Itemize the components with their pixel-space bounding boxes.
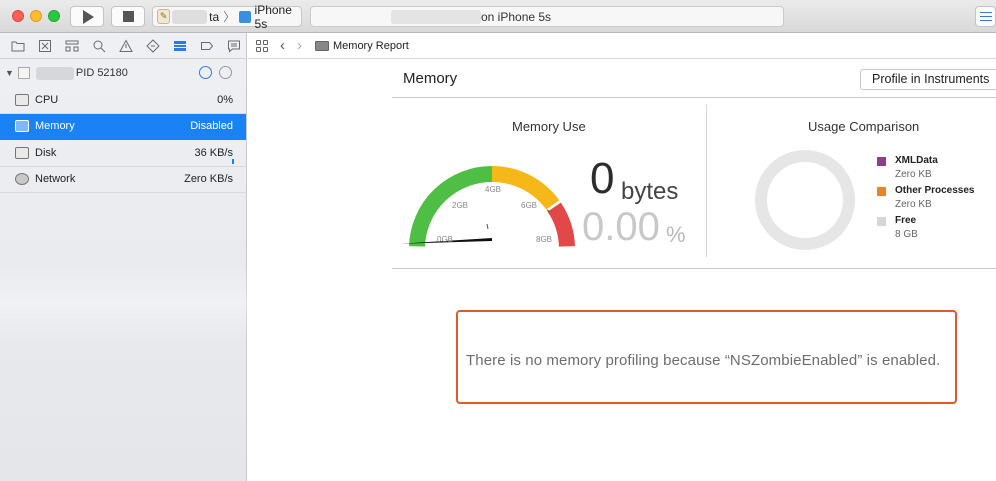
navigator-tabs bbox=[0, 33, 246, 59]
disk-icon bbox=[15, 146, 29, 159]
scheme-target: ta bbox=[209, 9, 220, 24]
report-header: Memory Profile in Instruments bbox=[392, 60, 996, 98]
gauge-green-arc bbox=[409, 166, 493, 247]
disclosure-triangle-icon[interactable]: ▼ bbox=[5, 68, 14, 78]
gauges-panel: Memory Use 0GB 2GB 4GB 6GB 8GB 0 bytes 0… bbox=[392, 99, 996, 269]
legend-swatch bbox=[877, 187, 886, 196]
run-button[interactable] bbox=[70, 6, 104, 27]
hierarchy-icon[interactable] bbox=[60, 36, 84, 56]
gauge-label-6gb: 6GB bbox=[521, 201, 537, 210]
warning-icon[interactable] bbox=[114, 36, 138, 56]
jump-bar-title[interactable]: Memory Report bbox=[333, 40, 409, 52]
stop-icon bbox=[122, 11, 134, 22]
gauge-tick bbox=[486, 223, 489, 230]
memory-report: Memory Profile in Instruments Memory Use… bbox=[248, 60, 996, 481]
breakpoint-icon[interactable] bbox=[195, 36, 219, 56]
memory-percent-sign: % bbox=[666, 222, 686, 247]
device-icon bbox=[239, 10, 251, 23]
xcode-window: ✎ ta 〉 iPhone 5s on iPhone 5s ▼ PID 5218… bbox=[0, 0, 996, 481]
process-icon bbox=[17, 67, 30, 79]
gauge-label-2gb: 2GB bbox=[452, 201, 468, 210]
pause-process-icon[interactable] bbox=[219, 66, 232, 79]
disk-activity-spark bbox=[232, 158, 234, 164]
network-icon bbox=[15, 173, 29, 186]
report-icon[interactable] bbox=[222, 36, 246, 56]
jump-bar: ‹ › Memory Report bbox=[248, 33, 996, 59]
related-items-icon[interactable] bbox=[256, 39, 268, 52]
panel-divider bbox=[706, 105, 707, 257]
play-icon bbox=[83, 9, 94, 24]
blurred-scheme-name bbox=[172, 9, 208, 24]
legend-name: Other Processes bbox=[895, 185, 975, 196]
stop-button[interactable] bbox=[111, 6, 145, 27]
legend-name: XMLData bbox=[895, 155, 938, 166]
process-row[interactable]: ▼ PID 52180 bbox=[0, 59, 246, 87]
editor-layout-icon bbox=[980, 12, 992, 13]
back-arrow-icon[interactable]: ‹ bbox=[280, 38, 285, 53]
usage-donut bbox=[755, 150, 855, 250]
zombie-notice-text: There is no memory profiling because “NS… bbox=[466, 352, 941, 369]
minimize-window-button[interactable] bbox=[30, 10, 42, 22]
profile-in-instruments-button[interactable]: Profile in Instruments bbox=[860, 69, 996, 90]
nav-item-label: Network bbox=[35, 173, 76, 186]
nav-item-value: 36 KB/s bbox=[194, 146, 233, 159]
report-title: Memory bbox=[403, 70, 458, 87]
nav-item-value: Zero KB/s bbox=[184, 173, 233, 186]
report-document-icon bbox=[315, 40, 329, 51]
donut-free-ring bbox=[755, 150, 855, 250]
app-icon: ✎ bbox=[157, 9, 171, 24]
titlebar: ✎ ta 〉 iPhone 5s on iPhone 5s bbox=[0, 0, 996, 33]
nav-item-value: 0% bbox=[217, 93, 233, 106]
chevron-right-icon: 〉 bbox=[223, 10, 236, 24]
test-icon[interactable] bbox=[141, 36, 165, 56]
memory-percent: 0.00 bbox=[582, 205, 660, 249]
memory-unit: bytes bbox=[621, 178, 679, 205]
activity-viewer: on iPhone 5s bbox=[310, 6, 784, 27]
nav-item-network[interactable]: Network Zero KB/s bbox=[0, 167, 246, 193]
nav-item-value: Disabled bbox=[190, 120, 233, 133]
editor-layout-button[interactable] bbox=[975, 6, 996, 27]
legend-value: Zero KB bbox=[895, 169, 932, 180]
legend-name: Free bbox=[895, 215, 917, 226]
blurred-activity-text bbox=[391, 9, 481, 24]
gauge-label-8gb: 8GB bbox=[536, 235, 552, 244]
process-pid: PID 52180 bbox=[75, 67, 128, 79]
legend-value: 8 GB bbox=[895, 229, 918, 240]
gauge-label-4gb: 4GB bbox=[485, 185, 501, 194]
scheme-device: iPhone 5s bbox=[254, 2, 292, 31]
gauge-label-0gb: 0GB bbox=[437, 235, 453, 244]
memory-gauge: 0GB 2GB 4GB 6GB 8GB bbox=[400, 165, 575, 248]
nav-item-label: CPU bbox=[35, 93, 59, 106]
source-control-icon[interactable] bbox=[33, 36, 57, 56]
zoom-window-button[interactable] bbox=[48, 10, 60, 22]
scheme-selector[interactable]: ✎ ta 〉 iPhone 5s bbox=[152, 3, 302, 31]
nav-item-disk[interactable]: Disk 36 KB/s bbox=[0, 140, 246, 167]
forward-arrow-icon[interactable]: › bbox=[297, 38, 302, 53]
debug-icon[interactable] bbox=[168, 36, 192, 56]
activity-text: on iPhone 5s bbox=[481, 9, 552, 24]
cpu-icon bbox=[15, 93, 29, 106]
debug-navigator: ▼ PID 52180 CPU 0% Memory Disabled Disk … bbox=[0, 33, 247, 481]
usage-comparison-title: Usage Comparison bbox=[808, 119, 920, 134]
close-window-button[interactable] bbox=[12, 10, 24, 22]
folder-icon[interactable] bbox=[6, 36, 30, 56]
memory-value: 0 bbox=[590, 154, 615, 203]
nav-item-memory[interactable]: Memory Disabled bbox=[0, 113, 246, 140]
debug-gauges-icon[interactable] bbox=[199, 66, 212, 79]
legend-swatch bbox=[877, 157, 886, 166]
search-icon[interactable] bbox=[87, 36, 111, 56]
gauge-red-arc bbox=[547, 202, 575, 248]
memory-icon bbox=[15, 120, 29, 133]
nav-item-label: Memory bbox=[35, 120, 75, 133]
nav-item-label: Disk bbox=[35, 146, 57, 159]
zombie-notice-box: There is no memory profiling because “NS… bbox=[456, 310, 957, 404]
legend-value: Zero KB bbox=[895, 199, 932, 210]
legend-swatch bbox=[877, 217, 886, 226]
nav-item-cpu[interactable]: CPU 0% bbox=[0, 87, 246, 114]
blurred-process-name bbox=[35, 66, 74, 80]
